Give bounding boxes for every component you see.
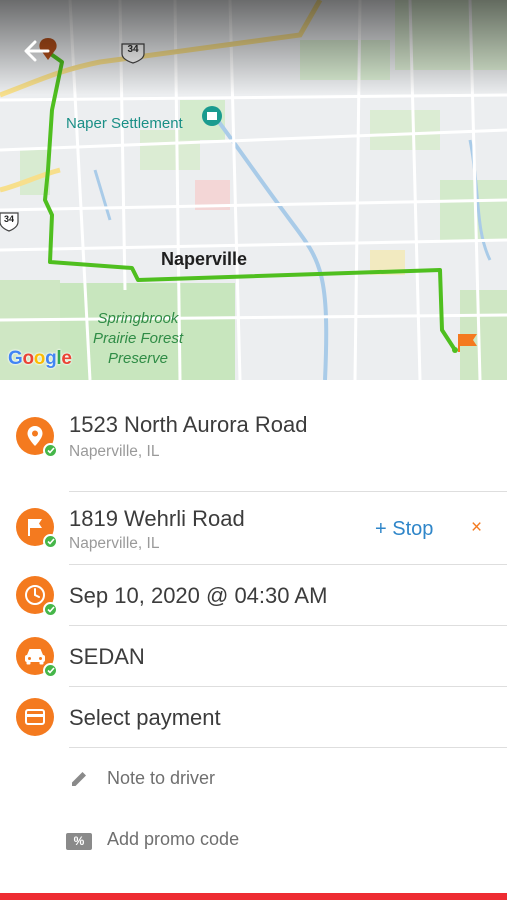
credit-card-icon xyxy=(16,698,54,736)
poi-label: Naper Settlement xyxy=(66,115,183,132)
highway-shield-34: 34 xyxy=(127,44,139,55)
payment-row[interactable]: Select payment xyxy=(0,687,507,747)
payment-label: Select payment xyxy=(69,705,221,730)
schedule-datetime: Sep 10, 2020 @ 04:30 AM xyxy=(69,583,328,608)
promo-code-row[interactable]: % Add promo code xyxy=(0,809,507,869)
highway-shield-34-west: 34 xyxy=(3,214,14,224)
clock-icon xyxy=(16,576,58,617)
route-map[interactable]: 34 34 Naper Settlement Naperville Spring… xyxy=(0,0,507,380)
map-top-shade xyxy=(0,0,507,95)
vehicle-check-icon xyxy=(43,663,58,678)
back-arrow-icon xyxy=(24,40,50,62)
schedule-row[interactable]: Sep 10, 2020 @ 04:30 AM xyxy=(0,565,507,625)
promo-ticket-icon: % xyxy=(66,830,92,852)
promo-ticket-symbol: % xyxy=(66,832,92,850)
pickup-city: Naperville, IL xyxy=(69,443,160,460)
vehicle-type: SEDAN xyxy=(69,644,145,669)
google-logo-letter: G xyxy=(8,348,23,369)
dropoff-check-icon xyxy=(43,534,58,549)
car-icon xyxy=(16,637,58,678)
google-logo-letter: o xyxy=(22,348,34,369)
google-logo: Google xyxy=(8,348,72,370)
dropoff-flag-icon xyxy=(16,508,58,549)
google-logo-letter: g xyxy=(45,348,57,369)
dropoff-address: 1819 Wehrli Road xyxy=(69,506,245,531)
dropoff-city: Naperville, IL xyxy=(69,535,160,552)
park-label: Springbrook Prairie Forest Preserve xyxy=(84,309,192,369)
city-label: Naperville xyxy=(161,249,248,269)
pickup-location-icon xyxy=(16,417,58,458)
pickup-check-icon xyxy=(43,443,58,458)
pickup-row[interactable]: 1523 North Aurora Road Naperville, IL xyxy=(0,400,507,490)
note-to-driver-label: Note to driver xyxy=(107,768,216,788)
vehicle-row[interactable]: SEDAN xyxy=(0,626,507,686)
google-logo-letter: e xyxy=(61,348,72,369)
promo-code-label: Add promo code xyxy=(107,829,240,849)
pickup-address: 1523 North Aurora Road xyxy=(69,412,308,437)
park-label-line-3: Preserve xyxy=(107,350,169,367)
park-label-line-1: Springbrook xyxy=(97,310,179,327)
schedule-check-icon xyxy=(43,602,58,617)
pencil-icon xyxy=(66,768,92,790)
park-label-line-2: Prairie Forest xyxy=(92,330,184,347)
dropoff-row[interactable]: 1819 Wehrli Road Naperville, IL + Stop × xyxy=(0,492,507,564)
remove-destination-button[interactable]: × xyxy=(471,517,482,539)
google-logo-letter: o xyxy=(33,348,46,369)
back-button[interactable] xyxy=(20,34,54,68)
add-stop-button[interactable]: + Stop xyxy=(375,518,433,541)
bottom-action-bar[interactable] xyxy=(0,893,507,900)
note-to-driver-row[interactable]: Note to driver xyxy=(0,748,507,808)
